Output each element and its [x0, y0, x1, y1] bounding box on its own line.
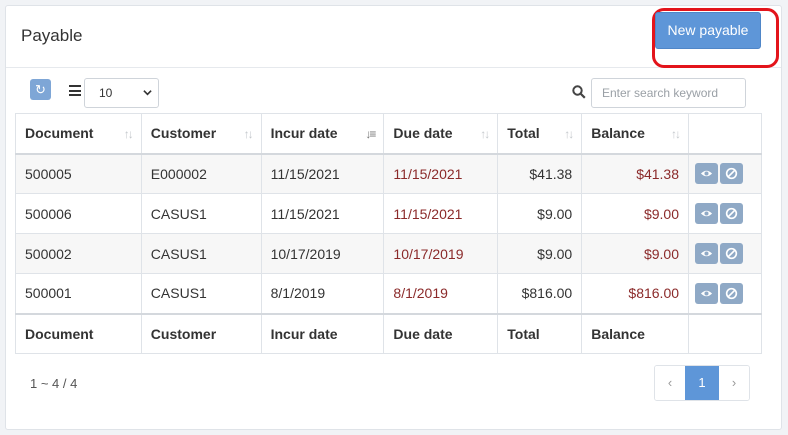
sort-icon: ↑↓	[564, 127, 574, 141]
page-size-select[interactable]: 10	[84, 78, 159, 108]
column-header-document[interactable]: Document ↑↓	[15, 113, 142, 155]
footer-header-actions	[688, 312, 762, 354]
payable-table: Document ↑↓ Customer ↑↓ Incur date ↓≡ Due d…	[15, 113, 762, 354]
footer-header-document: Document	[15, 312, 142, 354]
cell-document: 500006	[15, 193, 142, 234]
refresh-button[interactable]: ↻	[30, 79, 51, 100]
footer-header-incur-date: Incur date	[260, 312, 385, 354]
footer-header-customer: Customer	[140, 312, 262, 354]
ban-icon	[725, 287, 738, 299]
footer-header-due-date: Due date	[383, 312, 499, 354]
pagination-page-1[interactable]: 1	[685, 366, 719, 400]
cell-due-date: 11/15/2021	[383, 153, 499, 194]
cell-actions	[688, 193, 762, 234]
cell-due-date: 11/15/2021	[383, 193, 499, 234]
view-button[interactable]	[695, 163, 719, 185]
cell-total: $9.00	[497, 193, 583, 234]
table-row[interactable]: 500002 CASUS1 10/17/2019 10/17/2019 $9.0…	[15, 233, 762, 274]
cell-document: 500001	[15, 273, 142, 314]
cell-balance: $816.00	[581, 273, 690, 314]
column-header-due-date[interactable]: Due date ↑↓	[383, 113, 499, 155]
column-header-actions	[688, 113, 762, 155]
cell-actions	[688, 273, 762, 314]
column-header-balance[interactable]: Balance ↑↓	[581, 113, 690, 155]
cell-document: 500002	[15, 233, 142, 274]
cell-document: 500005	[15, 153, 142, 194]
sort-icon: ↑↓	[243, 127, 254, 141]
cell-total: $816.00	[497, 273, 583, 314]
cell-due-date: 10/17/2019	[383, 233, 499, 274]
column-header-incur-date[interactable]: Incur date ↓≡	[260, 113, 385, 155]
ban-icon	[725, 247, 738, 260]
cell-customer: E000002	[140, 153, 262, 194]
void-button[interactable]	[720, 282, 744, 304]
refresh-icon: ↻	[35, 82, 46, 97]
cell-balance: $41.38	[581, 153, 690, 194]
cell-incur-date: 11/15/2021	[260, 193, 385, 234]
sort-icon: ↑↓	[480, 127, 490, 141]
cell-actions	[688, 233, 762, 274]
cell-incur-date: 10/17/2019	[260, 233, 385, 274]
ban-icon	[725, 207, 738, 220]
cell-due-date: 8/1/2019	[383, 273, 499, 314]
cell-incur-date: 11/15/2021	[260, 153, 385, 194]
table-row[interactable]: 500006 CASUS1 11/15/2021 11/15/2021 $9.0…	[15, 193, 762, 234]
cell-balance: $9.00	[581, 233, 690, 274]
sort-icon: ↑↓	[671, 127, 681, 141]
eye-icon	[700, 250, 713, 257]
table-header-row: Document ↑↓ Customer ↑↓ Incur date ↓≡ Due d…	[15, 113, 762, 155]
pagination-prev-button[interactable]: ‹	[655, 366, 685, 400]
cell-balance: $9.00	[581, 193, 690, 234]
eye-icon	[700, 210, 713, 217]
view-button[interactable]	[695, 203, 719, 224]
pagination: ‹ 1 ›	[654, 365, 750, 401]
sort-desc-icon: ↓≡	[365, 127, 376, 141]
void-button[interactable]	[720, 243, 744, 264]
record-summary: 1 ~ 4 / 4	[30, 376, 78, 391]
eye-icon	[700, 170, 713, 177]
footer-header-total: Total	[497, 312, 583, 354]
column-header-customer[interactable]: Customer ↑↓	[140, 113, 262, 155]
view-button[interactable]	[695, 282, 719, 304]
cell-customer: CASUS1	[140, 193, 262, 234]
cell-incur-date: 8/1/2019	[260, 273, 385, 314]
search-input[interactable]	[591, 78, 746, 108]
void-button[interactable]	[720, 163, 744, 185]
page-size-value: 10	[99, 86, 113, 100]
cell-actions	[688, 153, 762, 194]
search-icon	[572, 85, 586, 99]
pagination-next-button[interactable]: ›	[719, 366, 749, 400]
ban-icon	[725, 168, 738, 180]
list-icon	[69, 85, 81, 96]
cell-customer: CASUS1	[140, 233, 262, 274]
chevron-down-icon	[143, 90, 152, 96]
void-button[interactable]	[720, 203, 744, 224]
cell-customer: CASUS1	[140, 273, 262, 314]
new-payable-button[interactable]: New payable	[655, 12, 761, 49]
sort-icon: ↑↓	[123, 127, 134, 141]
table-row[interactable]: 500005 E000002 11/15/2021 11/15/2021 $41…	[15, 153, 762, 194]
footer-header-balance: Balance	[581, 312, 690, 354]
cell-total: $9.00	[497, 233, 583, 274]
eye-icon	[700, 290, 713, 297]
page-title: Payable	[21, 26, 83, 45]
column-header-total[interactable]: Total ↑↓	[497, 113, 583, 155]
cell-total: $41.38	[497, 153, 583, 194]
table-row[interactable]: 500001 CASUS1 8/1/2019 8/1/2019 $816.00 …	[15, 273, 762, 314]
table-footer-row: Document Customer Incur date Due date To…	[15, 312, 762, 354]
view-button[interactable]	[695, 243, 719, 264]
